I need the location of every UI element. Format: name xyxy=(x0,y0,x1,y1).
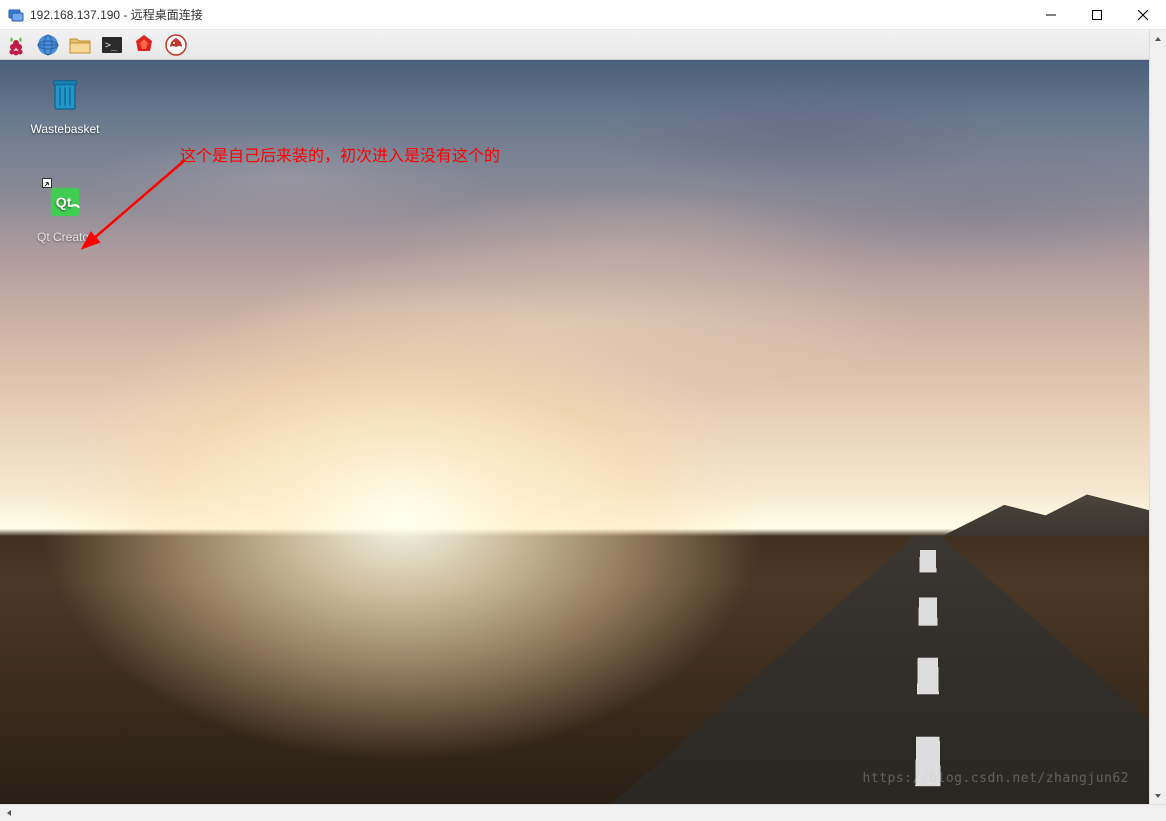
shortcut-badge xyxy=(42,178,52,188)
svg-text:>_: >_ xyxy=(105,40,118,51)
watermark: https://blog.csdn.net/zhangjun62 xyxy=(863,771,1129,786)
taskbar-panel: >_ xyxy=(0,30,1149,60)
icon-label: Wastebasket xyxy=(20,122,110,136)
midori-icon[interactable] xyxy=(164,33,188,57)
svg-text:Qt: Qt xyxy=(56,195,72,211)
web-browser-icon[interactable] xyxy=(36,33,60,57)
scroll-up-button[interactable] xyxy=(1150,30,1166,47)
qtcreator-icon[interactable]: Qt Qt Creator xyxy=(20,178,110,244)
mathematica-icon[interactable] xyxy=(132,33,156,57)
window-title: 192.168.137.190 - 远程桌面连接 xyxy=(30,6,203,23)
horizontal-scrollbar[interactable] xyxy=(0,804,1166,821)
vertical-scrollbar[interactable] xyxy=(1149,30,1166,804)
scroll-down-button[interactable] xyxy=(1150,787,1166,804)
raspberry-menu-icon[interactable] xyxy=(4,33,28,57)
annotation-text: 这个是自己后来装的，初次进入是没有这个的 xyxy=(180,142,500,166)
minimize-button[interactable] xyxy=(1028,0,1074,29)
terminal-icon[interactable]: >_ xyxy=(100,33,124,57)
window-titlebar: 192.168.137.190 - 远程桌面连接 xyxy=(0,0,1166,30)
rdp-icon xyxy=(8,7,24,23)
content-frame: >_ xyxy=(0,30,1166,821)
remote-desktop-view: >_ xyxy=(0,30,1149,804)
window-controls xyxy=(1028,0,1166,29)
wallpaper xyxy=(0,60,1149,804)
wastebasket-icon[interactable]: Wastebasket xyxy=(20,70,110,136)
trash-icon xyxy=(41,70,89,118)
scroll-left-button[interactable] xyxy=(0,805,17,821)
desktop-area[interactable]: Wastebasket Qt Qt Creator 这个是自己后来装的，初次进入… xyxy=(0,60,1149,804)
icon-label: Qt Creator xyxy=(20,230,110,244)
file-manager-icon[interactable] xyxy=(68,33,92,57)
maximize-button[interactable] xyxy=(1074,0,1120,29)
close-button[interactable] xyxy=(1120,0,1166,29)
